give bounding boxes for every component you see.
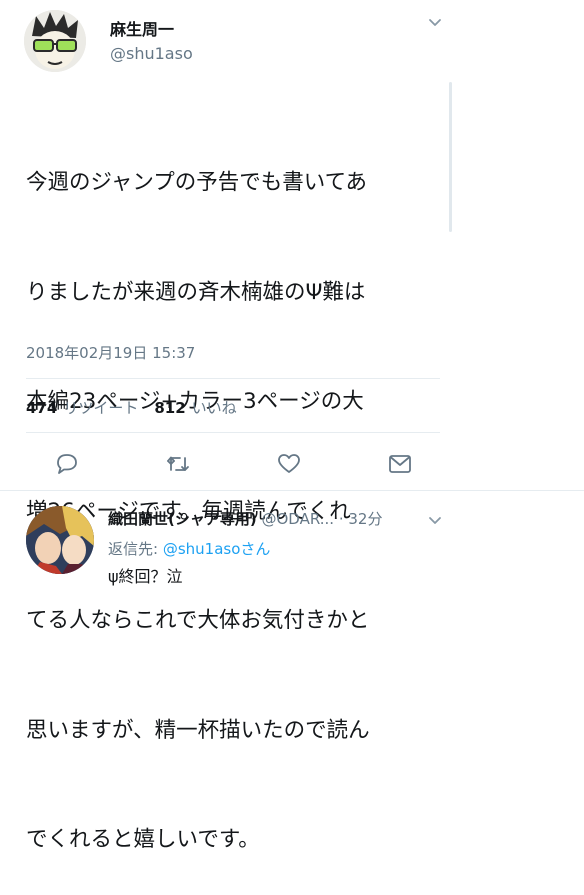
tweet-line: でくれると嬉しいです。 — [26, 827, 260, 852]
reply-header: 織田蘭世(シャア専用) @ODAR... · 32分 — [108, 508, 382, 529]
divider — [0, 490, 584, 491]
reply-text: ψ終回？泣 — [108, 567, 183, 586]
retweet-count[interactable]: 474 — [26, 399, 57, 417]
divider — [26, 378, 440, 379]
like-label[interactable]: いいね — [192, 397, 237, 418]
chevron-down-icon[interactable] — [426, 14, 444, 32]
tweet-text: 今週のジャンプの予告でも書いてあ りましたが来週の斉木楠雄のΨ難は 本編23ペー… — [26, 92, 456, 895]
tweet-line: りましたが来週の斉木楠雄のΨ難は — [26, 279, 366, 305]
reply-to: 返信先: @shu1asoさん — [108, 538, 270, 559]
tweet-stats: 474 リツイート 812 いいね — [26, 397, 253, 418]
reply-author-handle[interactable]: @ODAR... — [262, 510, 335, 528]
retweet-icon[interactable] — [165, 451, 191, 477]
tweet-line: 今週のジャンプの予告でも書いてあ — [26, 170, 367, 195]
like-icon[interactable] — [276, 451, 302, 477]
like-count[interactable]: 812 — [154, 399, 185, 417]
tweet-line: 思いますが、精一杯描いたので読ん — [26, 717, 370, 743]
reply-author-name[interactable]: 織田蘭世(シャア専用) — [108, 510, 257, 528]
tweet-timestamp[interactable]: 2018年02月19日 15:37 — [26, 342, 195, 363]
author-handle[interactable]: @shu1aso — [110, 44, 193, 63]
author-avatar[interactable] — [24, 10, 86, 72]
reply-icon[interactable] — [54, 451, 80, 477]
share-icon[interactable] — [387, 451, 413, 477]
reply-to-label: 返信先: — [108, 540, 163, 558]
reply-author-avatar[interactable] — [26, 506, 94, 574]
tweet-line: てる人ならこれで大体お気付きかと — [26, 608, 370, 633]
author-name[interactable]: 麻生周一 — [110, 16, 174, 40]
chevron-down-icon[interactable] — [426, 512, 444, 530]
retweet-label[interactable]: リツイート — [63, 397, 138, 418]
reply-time[interactable]: · 32分 — [339, 510, 383, 528]
reply-to-handle-link[interactable]: @shu1asoさん — [163, 540, 271, 558]
divider — [26, 432, 440, 433]
